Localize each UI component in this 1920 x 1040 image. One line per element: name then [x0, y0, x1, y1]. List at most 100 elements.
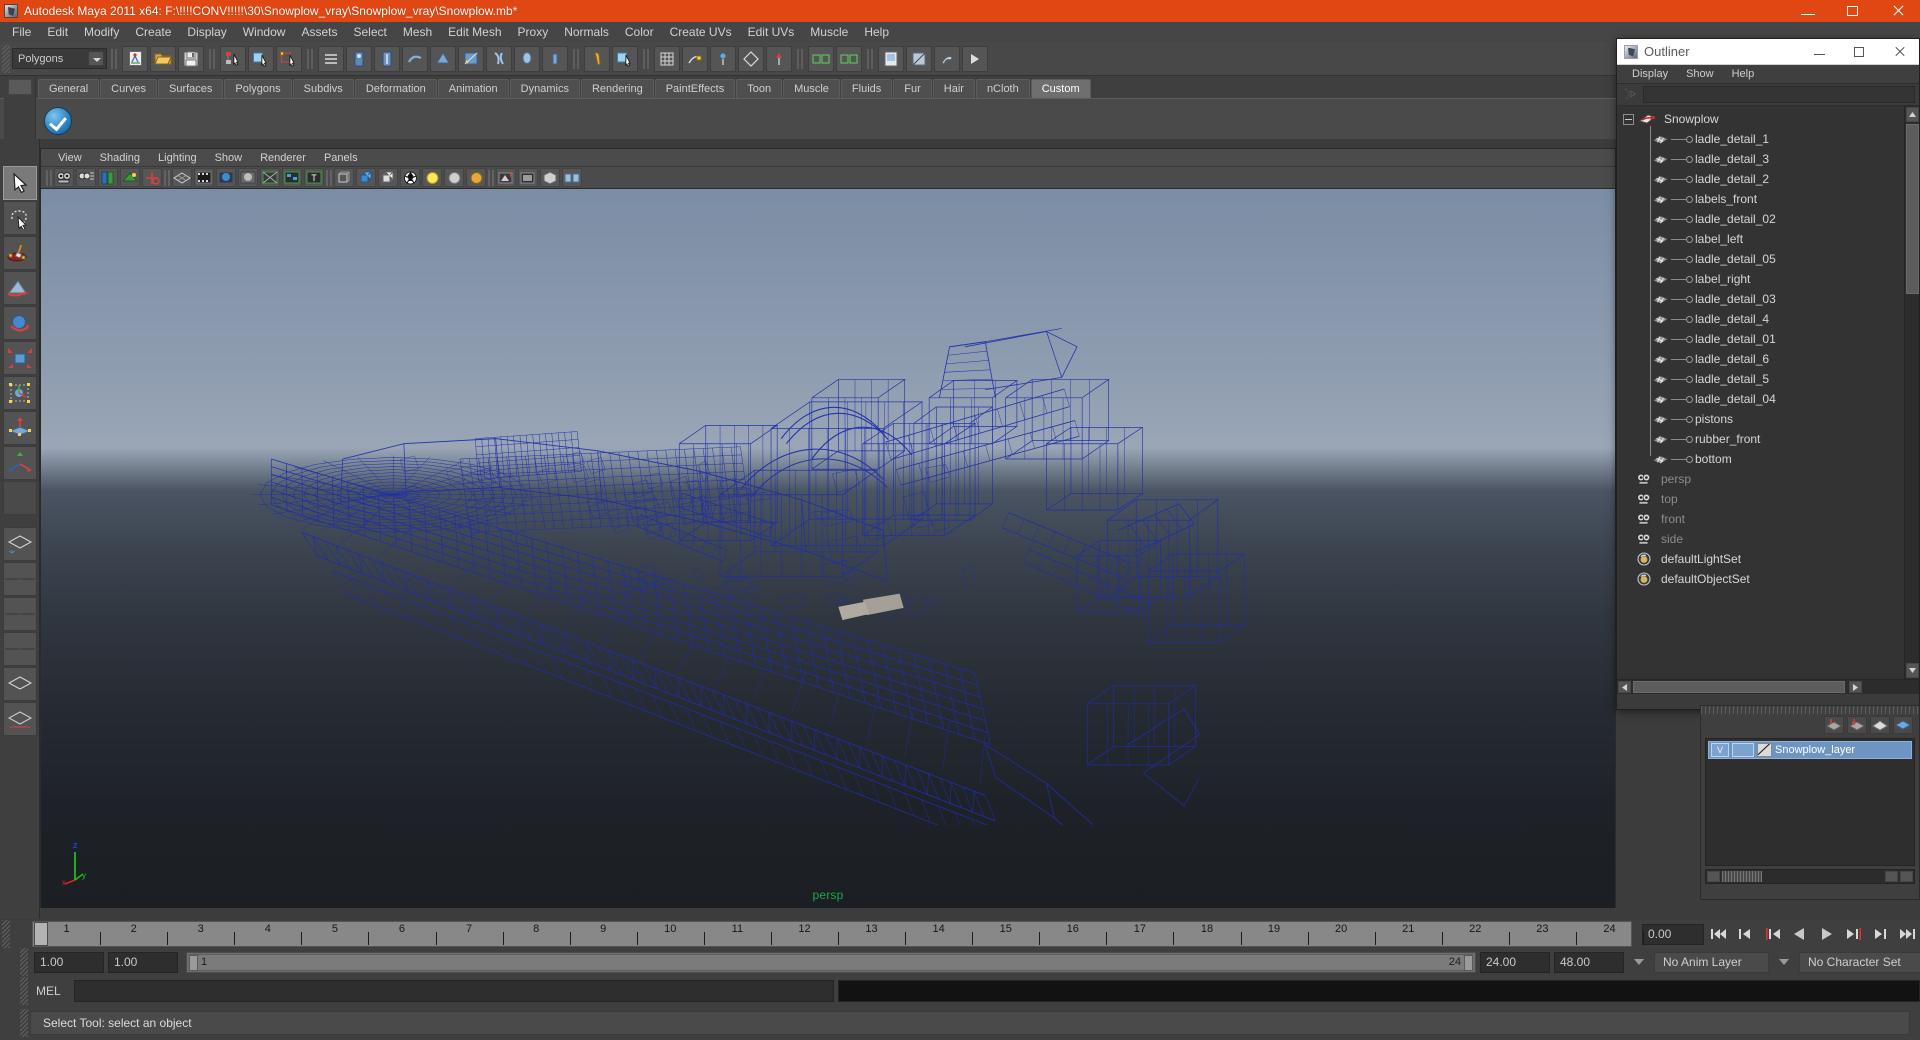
outliner-item-ladle-detail-6[interactable]: ladle_detail_6: [1617, 349, 1903, 369]
flat-shade-icon[interactable]: [238, 168, 258, 187]
outliner-horizontal-scrollbar[interactable]: [1617, 679, 1919, 694]
persp-graph-layout[interactable]: [3, 702, 37, 736]
layer-scroll-end-button[interactable]: [1900, 871, 1913, 882]
layer-up-icon[interactable]: [1870, 716, 1890, 734]
paint-select-tool[interactable]: [3, 236, 37, 270]
viewport-menu-panels[interactable]: Panels: [315, 152, 367, 164]
outliner-item-ladle-detail-02[interactable]: ladle_detail_02: [1617, 209, 1903, 229]
select-camera-icon[interactable]: [54, 168, 74, 187]
shelf-tab-ncloth[interactable]: nCloth: [976, 79, 1030, 98]
snap-view-plane-icon[interactable]: [738, 46, 764, 72]
hypergraph-persp-layout[interactable]: [3, 667, 37, 701]
shelf-tab-polygons[interactable]: Polygons: [224, 79, 291, 98]
last-tool-used[interactable]: [3, 481, 37, 515]
menu-normals[interactable]: Normals: [556, 23, 617, 41]
minimize-button[interactable]: [1785, 0, 1830, 22]
select-edges-icon[interactable]: [486, 46, 512, 72]
select-points-icon[interactable]: [346, 46, 372, 72]
select-handles-icon[interactable]: [318, 46, 344, 72]
layout-pane-b[interactable]: [20, 613, 35, 615]
shelf-tab-curves[interactable]: Curves: [100, 79, 157, 98]
lasso-select-tool[interactable]: [3, 201, 37, 235]
command-output-field[interactable]: [838, 980, 1920, 1002]
expand-collapse-icon[interactable]: [1623, 114, 1634, 125]
outliner-item-defaultLightSet[interactable]: defaultLightSet: [1617, 549, 1903, 569]
render-settings-icon[interactable]: [934, 46, 960, 72]
timeslider-grip[interactable]: [2, 920, 10, 948]
outliner-persp-layout[interactable]: [3, 632, 37, 666]
bookmarks-icon[interactable]: [98, 168, 118, 187]
snowplow-wireframe-model[interactable]: [41, 189, 1571, 825]
go-to-start-icon[interactable]: [1706, 923, 1731, 945]
menu-color[interactable]: Color: [617, 23, 662, 41]
outliner-item-ladle-detail-03[interactable]: ladle_detail_03: [1617, 289, 1903, 309]
stereo-icon[interactable]: [562, 168, 582, 187]
viewport-3d[interactable]: z x y persp: [41, 189, 1615, 908]
rangeslider-grip[interactable]: [20, 948, 28, 976]
menu-edit-uvs[interactable]: Edit UVs: [740, 23, 803, 41]
animation-end-time-field[interactable]: 48.00: [1554, 952, 1624, 973]
viewport-menu-view[interactable]: View: [49, 152, 91, 164]
outliner-minimize-button[interactable]: [1799, 39, 1839, 65]
outliner-menu-help[interactable]: Help: [1723, 68, 1764, 80]
menu-create-uvs[interactable]: Create UVs: [662, 23, 740, 41]
shelf-tab-subdivs[interactable]: Subdivs: [293, 79, 354, 98]
close-button[interactable]: [1875, 0, 1920, 22]
save-scene-icon[interactable]: [178, 46, 204, 72]
current-time-field[interactable]: 0.00: [1642, 924, 1704, 945]
snap-grid-icon[interactable]: [654, 46, 680, 72]
outliner-maximize-button[interactable]: [1839, 39, 1879, 65]
view-cube-icon[interactable]: [540, 168, 560, 187]
ipr-render-icon[interactable]: [906, 46, 932, 72]
snap-curve-icon[interactable]: [682, 46, 708, 72]
outliner-scroll-right-button[interactable]: [1849, 681, 1862, 693]
outliner-scroll-thumb[interactable]: [1906, 124, 1919, 294]
range-slider-inner[interactable]: [189, 954, 1473, 971]
menu-display[interactable]: Display: [179, 23, 234, 41]
highlight-selection-icon[interactable]: [612, 46, 638, 72]
outliner-item-ladle-detail-2[interactable]: ladle_detail_2: [1617, 169, 1903, 189]
layer-color-swatch[interactable]: [1757, 743, 1772, 757]
range-start-handle[interactable]: [189, 955, 198, 971]
step-back-frame-icon[interactable]: [1733, 923, 1758, 945]
menu-set-selector[interactable]: Polygons: [12, 48, 107, 69]
outliner-item-persp[interactable]: persp: [1617, 469, 1903, 489]
outliner-item-ladle-detail-4[interactable]: ladle_detail_4: [1617, 309, 1903, 329]
xray-joints-icon[interactable]: [356, 168, 376, 187]
search-filter-icon[interactable]: [1621, 86, 1639, 103]
shelf-menu-icon[interactable]: [8, 79, 32, 95]
current-time-indicator[interactable]: [34, 922, 48, 946]
smooth-shade-selected-icon[interactable]: [216, 168, 236, 187]
character-set-dropdown-icon[interactable]: [1773, 952, 1795, 973]
layer-editor-grip[interactable]: [1701, 706, 1919, 714]
time-slider-track[interactable]: 1 2 3 4 5 6 7 8 9 10 11 12 13 14 15 16 17 18 19 20 21 22 23 24: [32, 921, 1632, 947]
select-by-component-icon[interactable]: [276, 46, 302, 72]
universal-manipulator[interactable]: [3, 376, 37, 410]
step-forward-key-icon[interactable]: [1841, 923, 1866, 945]
outliner-search-input[interactable]: [1643, 86, 1915, 103]
isolate-select-icon[interactable]: [444, 168, 464, 187]
lock-selection-icon[interactable]: [584, 46, 610, 72]
select-lines-icon[interactable]: [374, 46, 400, 72]
outliner-item-pistons[interactable]: pistons: [1617, 409, 1903, 429]
menu-window[interactable]: Window: [235, 23, 294, 41]
hardware-texturing-icon[interactable]: [400, 168, 420, 187]
select-tool[interactable]: [3, 166, 37, 200]
go-to-end-icon[interactable]: [1895, 923, 1920, 945]
menu-file[interactable]: File: [4, 23, 39, 41]
layer-down-icon[interactable]: [1893, 716, 1913, 734]
shelf-tab-fluids[interactable]: Fluids: [841, 79, 892, 98]
menu-proxy[interactable]: Proxy: [510, 23, 557, 41]
animation-start-time-field[interactable]: 1.00: [34, 952, 104, 973]
range-end-handle[interactable]: [1464, 955, 1473, 971]
shaded-wireframe-icon[interactable]: [260, 168, 280, 187]
shelf-tab-rendering[interactable]: Rendering: [581, 79, 654, 98]
layout-persp-pane[interactable]: [20, 648, 35, 650]
outliner-menu-display[interactable]: Display: [1623, 68, 1677, 80]
layout-pane-right[interactable]: [20, 578, 35, 580]
outliner-item-ladle-detail-3[interactable]: ladle_detail_3: [1617, 149, 1903, 169]
textured-icon[interactable]: [282, 168, 302, 187]
render-current-frame-icon[interactable]: [878, 46, 904, 72]
wireframe-icon[interactable]: [172, 168, 192, 187]
command-language-label[interactable]: MEL: [30, 984, 74, 998]
